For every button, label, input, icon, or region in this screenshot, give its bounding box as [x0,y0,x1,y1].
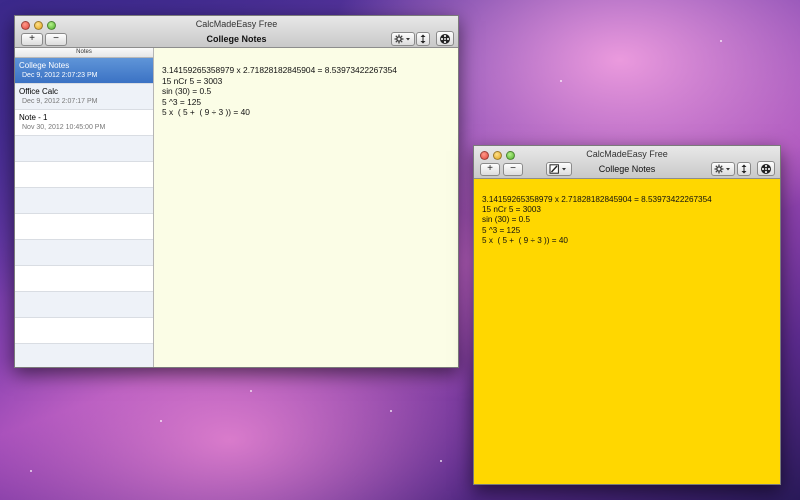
list-item[interactable]: Note - 1 Nov 30, 2012 10:45:00 PM [15,110,153,136]
note-date: Nov 30, 2012 10:45:00 PM [22,124,106,131]
gear-icon [714,164,730,174]
calculation-lines: 3.14159265358979 x 2.71828182845904 = 8.… [482,195,780,246]
chevron-down-icon [726,168,730,171]
edit-menu-button[interactable] [546,162,572,176]
calculation-line: 15 nCr 5 = 3003 [162,75,223,86]
note-name: Office Calc [19,87,58,96]
calculation-line: 5 x ( 5 + ( 9 ÷ 3 )) = 40 [482,235,568,245]
list-item[interactable] [15,162,153,188]
list-item[interactable] [15,318,153,344]
chevron-down-icon [562,168,566,171]
note-date: Dec 9, 2012 2:07:23 PM [22,72,98,79]
remove-note-button[interactable]: − [503,163,523,176]
list-item[interactable]: College Notes Dec 9, 2012 2:07:23 PM [15,58,153,84]
list-item[interactable] [15,214,153,240]
film-reel-button[interactable] [757,161,775,176]
resize-toggle-button[interactable] [416,32,430,46]
sticky-window: CalcMadeEasy Free College Notes + − 3.14… [473,145,781,485]
edit-icon [549,164,566,174]
list-item[interactable] [15,136,153,162]
list-item[interactable] [15,344,153,367]
sticky-note-editor[interactable]: 3.14159265358979 x 2.71828182845904 = 8.… [474,179,780,484]
notes-column-header: Notes [15,48,153,58]
note-editor[interactable]: 3.14159265358979 x 2.71828182845904 = 8.… [154,48,458,367]
film-reel-icon [440,34,450,44]
resize-toggle-button[interactable] [737,162,751,176]
calculation-line: 5 ^3 = 125 [482,225,521,235]
calculation-line: 3.14159265358979 x 2.71828182845904 = 8.… [482,195,712,204]
calculation-line: 5 x ( 5 + ( 9 ÷ 3 )) = 40 [162,107,250,117]
remove-note-button[interactable]: − [45,33,67,46]
chevron-down-icon [406,38,410,41]
list-item[interactable]: Office Calc Dec 9, 2012 2:07:17 PM [15,84,153,110]
list-item[interactable] [15,188,153,214]
notes-sidebar: Notes College Notes Dec 9, 2012 2:07:23 P… [15,48,154,367]
gear-icon [394,34,410,44]
calculation-line: 3.14159265358979 x 2.71828182845904 = 8.… [162,65,397,75]
note-name: College Notes [19,61,70,70]
sticky-titlebar: CalcMadeEasy Free College Notes + − [474,146,780,179]
settings-menu-button[interactable] [391,32,415,46]
film-reel-icon [761,164,771,174]
film-reel-button[interactable] [436,31,454,46]
main-window: CalcMadeEasy Free College Notes + − Note… [14,15,459,368]
list-item[interactable] [15,240,153,266]
note-date: Dec 9, 2012 2:07:17 PM [22,98,98,105]
notes-list: College Notes Dec 9, 2012 2:07:23 PM Offic… [15,58,153,367]
main-titlebar: CalcMadeEasy Free College Notes + − [15,16,458,48]
add-note-button[interactable]: + [21,33,43,46]
calculation-lines: 3.14159265358979 x 2.71828182845904 = 8.… [162,65,458,118]
settings-menu-button[interactable] [711,162,735,176]
calculation-line: sin (30) = 0.5 [162,86,212,96]
calculation-line: 15 nCr 5 = 3003 [482,205,541,215]
calculation-line: sin (30) = 0.5 [482,215,531,225]
list-item[interactable] [15,292,153,318]
note-name: Note - 1 [19,113,48,122]
resize-icon [420,34,426,44]
app-title: CalcMadeEasy Free [586,149,668,159]
resize-icon [741,164,747,174]
calculation-line: 5 ^3 = 125 [162,96,202,107]
app-title: CalcMadeEasy Free [195,19,278,29]
list-item[interactable] [15,266,153,292]
add-note-button[interactable]: + [480,163,500,176]
